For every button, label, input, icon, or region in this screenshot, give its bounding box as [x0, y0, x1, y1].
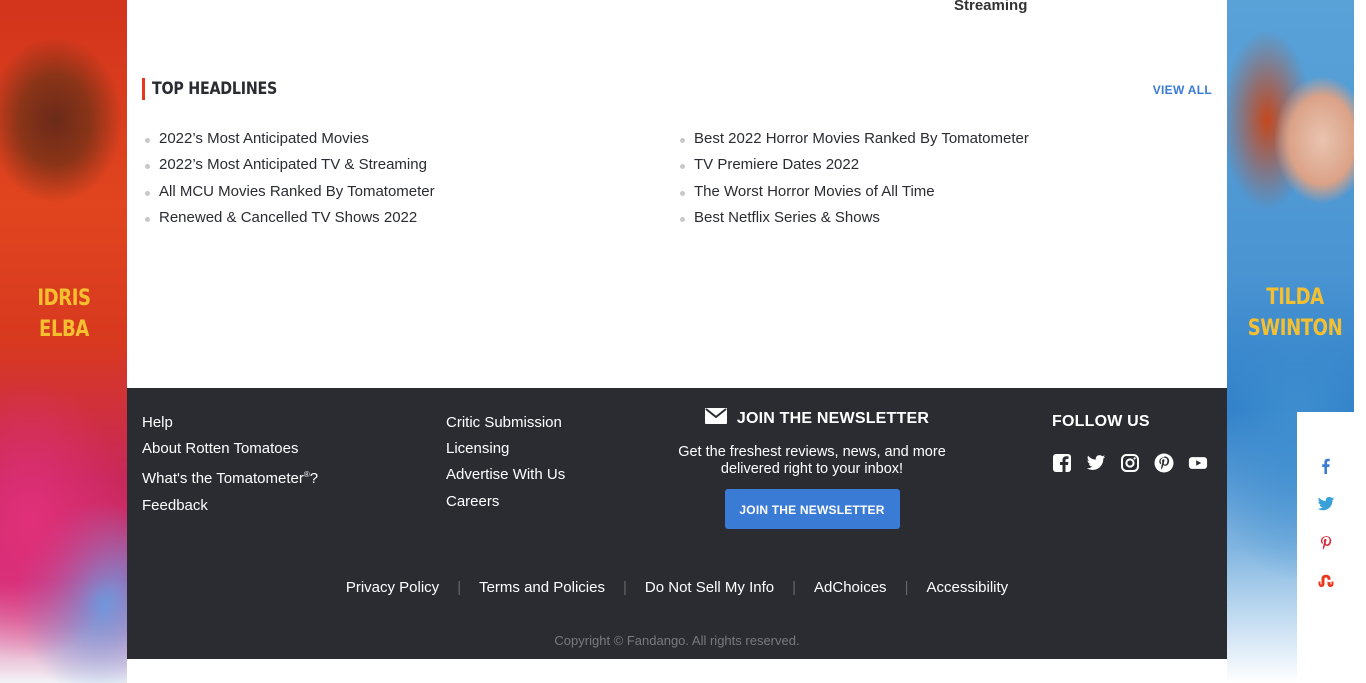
- left-ad-actor-first: IDRIS: [37, 286, 91, 311]
- newsletter-title: JOIN THE NEWSLETTER: [736, 409, 930, 427]
- tomatometer-suffix: ?: [309, 470, 319, 488]
- headline-link[interactable]: Best 2022 Horror Movies Ranked By Tomato…: [677, 126, 1029, 152]
- headline-link[interactable]: Renewed & Cancelled TV Shows 2022: [142, 205, 435, 231]
- streaming-link[interactable]: Streaming: [954, 0, 1027, 14]
- headlines-list-right: Best 2022 Horror Movies Ranked By Tomato…: [677, 126, 1029, 231]
- pinterest-icon[interactable]: [1317, 534, 1335, 552]
- share-bar: [1297, 412, 1354, 683]
- stumbleupon-icon[interactable]: [1317, 572, 1335, 590]
- legal-separator: |: [904, 579, 909, 596]
- follow-us-title: FOLLOW US: [1052, 413, 1150, 430]
- twitter-icon[interactable]: [1317, 495, 1335, 513]
- footer-link-tomatometer[interactable]: What's the Tomatometer®?: [142, 462, 318, 492]
- legal-separator: |: [792, 579, 797, 596]
- twitter-icon[interactable]: [1086, 453, 1106, 473]
- envelope-icon: [704, 408, 727, 429]
- follow-us-section: FOLLOW US: [1052, 413, 1208, 473]
- main-content: Streaming Top Headlines VIEW ALL 2022’s …: [127, 0, 1227, 388]
- terms-link[interactable]: Terms and Policies: [479, 579, 605, 596]
- legal-separator: |: [622, 579, 627, 596]
- footer-link-careers[interactable]: Careers: [446, 489, 565, 515]
- privacy-policy-link[interactable]: Privacy Policy: [346, 579, 439, 596]
- social-icons: [1052, 453, 1208, 473]
- footer-links-col1: Help About Rotten Tomatoes What's the To…: [142, 410, 318, 519]
- headlines-header: Top Headlines: [142, 78, 301, 100]
- footer-link-critic-submission[interactable]: Critic Submission: [446, 410, 565, 436]
- tomatometer-label: What's the Tomatometer: [142, 470, 304, 488]
- left-ad-actor-name: IDRIS ELBA: [7, 283, 122, 345]
- do-not-sell-link[interactable]: Do Not Sell My Info: [645, 579, 774, 596]
- pinterest-icon[interactable]: [1154, 453, 1174, 473]
- right-ad-actor-first: TILDA: [1266, 285, 1324, 310]
- headline-link[interactable]: All MCU Movies Ranked By Tomatometer: [142, 179, 435, 205]
- headline-link[interactable]: 2022’s Most Anticipated TV & Streaming: [142, 152, 435, 178]
- instagram-icon[interactable]: [1120, 453, 1140, 473]
- left-ad-actor-last: ELBA: [39, 317, 89, 342]
- right-ad-actor-name: TILDA SWINTON: [1234, 282, 1357, 344]
- footer-link-about[interactable]: About Rotten Tomatoes: [142, 436, 318, 462]
- headline-link[interactable]: TV Premiere Dates 2022: [677, 152, 1029, 178]
- headlines-list-left: 2022’s Most Anticipated Movies 2022’s Mo…: [142, 126, 435, 231]
- footer-link-feedback[interactable]: Feedback: [142, 493, 318, 519]
- accessibility-link[interactable]: Accessibility: [926, 579, 1008, 596]
- facebook-icon[interactable]: [1317, 457, 1335, 475]
- headlines-title: Top Headlines: [152, 79, 278, 99]
- headline-link[interactable]: The Worst Horror Movies of All Time: [677, 179, 1029, 205]
- newsletter-description: Get the freshest reviews, news, and more…: [678, 444, 946, 477]
- newsletter-header: JOIN THE NEWSLETTER: [677, 408, 957, 429]
- legal-separator: |: [457, 579, 462, 596]
- footer-link-licensing[interactable]: Licensing: [446, 436, 565, 462]
- copyright-text: Copyright © Fandango. All rights reserve…: [554, 633, 800, 648]
- footer-link-advertise[interactable]: Advertise With Us: [446, 462, 565, 488]
- site-footer: Help About Rotten Tomatoes What's the To…: [127, 388, 1227, 659]
- footer-links-col2: Critic Submission Licensing Advertise Wi…: [446, 410, 565, 515]
- view-all-link[interactable]: VIEW ALL: [1153, 83, 1212, 97]
- youtube-icon[interactable]: [1188, 453, 1208, 473]
- newsletter-section: JOIN THE NEWSLETTER Get the freshest rev…: [667, 408, 957, 529]
- legal-links: Privacy Policy | Terms and Policies | Do…: [127, 579, 1227, 596]
- right-ad-actor-last: SWINTON: [1247, 316, 1343, 341]
- footer-link-help[interactable]: Help: [142, 410, 318, 436]
- headline-link[interactable]: Best Netflix Series & Shows: [677, 205, 1029, 231]
- facebook-icon[interactable]: [1052, 453, 1072, 473]
- adchoices-link[interactable]: AdChoices: [814, 579, 887, 596]
- headline-link[interactable]: 2022’s Most Anticipated Movies: [142, 126, 435, 152]
- page-edge: [1354, 0, 1366, 683]
- join-newsletter-button[interactable]: JOIN THE NEWSLETTER: [724, 489, 900, 529]
